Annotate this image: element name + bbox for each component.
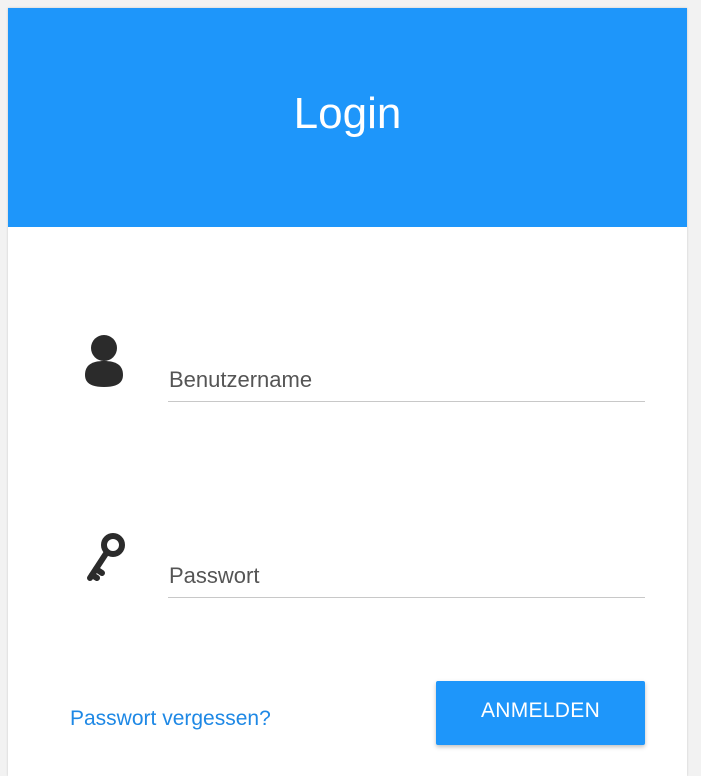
forgot-password-link[interactable]: Passwort vergessen?	[70, 707, 271, 731]
login-card: Login Passwort vergessen? ANMELDEN	[8, 8, 687, 776]
login-button[interactable]: ANMELDEN	[436, 681, 645, 745]
page-title: Login	[293, 88, 402, 138]
password-input[interactable]	[168, 554, 645, 598]
user-icon	[78, 333, 130, 389]
username-input[interactable]	[168, 358, 645, 402]
login-header: Login	[8, 8, 687, 227]
key-icon	[78, 530, 130, 586]
